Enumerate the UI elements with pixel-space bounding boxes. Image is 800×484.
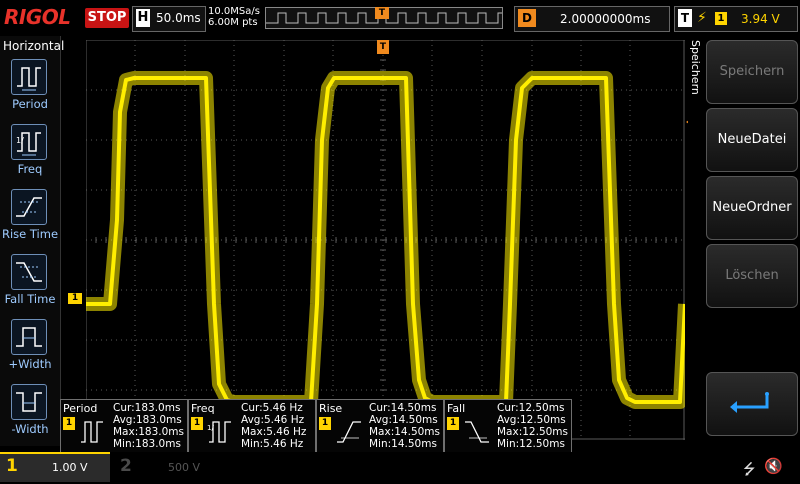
usb-icon: ⭍ (743, 460, 756, 478)
measurement-freq[interactable]: Freq 1 1/ Cur:5.46 Hz Avg:5.46 Hz Max:5.… (188, 399, 316, 453)
period-icon (11, 59, 47, 95)
measure-item-freq[interactable]: 1/ Freq (0, 120, 60, 184)
measurement-max: Max:12.50ms (497, 426, 569, 438)
softkey-menu-title: Speichern (689, 40, 702, 95)
measurement-cur: Cur:12.50ms (497, 402, 565, 414)
measurement-rise[interactable]: Rise 1 Cur:14.50ms Avg:14.50ms Max:14.50… (316, 399, 444, 453)
measure-item-neg-width[interactable]: -Width (0, 380, 60, 444)
measure-menu-title: Horizontal (3, 39, 65, 53)
trigger-position-marker[interactable]: T (377, 40, 389, 54)
timebase-display[interactable]: H 50.0ms (132, 6, 206, 32)
delay-label: D (518, 9, 536, 27)
measurement-values: Cur:5.46 Hz Avg:5.46 Hz Max:5.46 Hz Min:… (241, 402, 306, 450)
measure-item-pos-width[interactable]: +Width (0, 315, 60, 379)
measurement-name: Rise (319, 402, 343, 415)
rising-edge-icon: ⚡ (697, 10, 707, 26)
measurement-avg: Avg:12.50ms (497, 414, 566, 426)
channel-2-number[interactable]: 2 (120, 456, 132, 476)
trigger-channel-chip: 1 (715, 12, 727, 25)
measurement-min: Min:183.0ms (113, 438, 181, 450)
delay-value: 2.00000000ms (560, 12, 651, 26)
softkey-enter[interactable] (706, 372, 798, 436)
measurement-min: Min:5.46 Hz (241, 438, 304, 450)
softkey-save[interactable]: Speichern (706, 40, 798, 104)
rise-time-icon (337, 421, 361, 443)
measurement-channel-chip: 1 (447, 417, 459, 430)
sample-rate: 10.0MSa/s (208, 6, 260, 17)
measure-item-label: Rise Time (1, 227, 59, 241)
waveform-display[interactable] (86, 40, 685, 440)
fall-time-icon (465, 421, 489, 443)
measure-item-label: +Width (8, 357, 52, 371)
measure-item-fall-time[interactable]: Fall Time (0, 250, 60, 314)
trigger-display[interactable]: T ⚡ 1 3.94 V (674, 6, 798, 32)
measurement-channel-chip: 1 (63, 417, 75, 430)
measurement-values: Cur:183.0ms Avg:183.0ms Max:183.0ms Min:… (113, 402, 184, 450)
measure-menu: Horizontal Period 1/ Freq Rise Time Fall… (0, 36, 65, 446)
measurement-period[interactable]: Period 1 Cur:183.0ms Avg:183.0ms Max:183… (60, 399, 188, 453)
acquisition-info: 10.0MSa/s 6.00M pts (208, 6, 260, 28)
timebase-label: H (136, 9, 150, 27)
measure-item-rise-time[interactable]: Rise Time (0, 185, 60, 249)
measurement-avg: Avg:5.46 Hz (241, 414, 305, 426)
measurement-max: Max:183.0ms (113, 426, 185, 438)
freq-icon: 1/ (207, 421, 231, 443)
timebase-value: 50.0ms (156, 11, 201, 25)
svg-text:1/: 1/ (207, 424, 214, 432)
measurement-cur: Cur:14.50ms (369, 402, 437, 414)
pos-width-icon (11, 319, 47, 355)
measure-item-label: Freq (17, 162, 43, 176)
trigger-level: 3.94 V (741, 12, 780, 26)
measurement-cur: Cur:5.46 Hz (241, 402, 303, 414)
measurement-avg: Avg:14.50ms (369, 414, 438, 426)
channel-1-ground-marker[interactable]: 1 (68, 293, 82, 304)
svg-text:1/: 1/ (16, 136, 24, 145)
measurement-channel-chip: 1 (319, 417, 331, 430)
memory-trigger-marker: T (375, 7, 389, 19)
memory-depth: 6.00M pts (208, 17, 258, 28)
measurement-channel-chip: 1 (191, 417, 203, 430)
measurement-name: Freq (191, 402, 215, 415)
softkey-new-folder[interactable]: NeueOrdner (706, 176, 798, 240)
softkey-new-file[interactable]: NeueDatei (706, 108, 798, 172)
measurement-values: Cur:14.50ms Avg:14.50ms Max:14.50ms Min:… (369, 402, 440, 450)
neg-width-icon (11, 384, 47, 420)
measurement-max: Max:5.46 Hz (241, 426, 307, 438)
channel-1-number: 1 (6, 456, 18, 476)
measure-item-label: Fall Time (4, 292, 56, 306)
measurement-avg: Avg:183.0ms (113, 414, 182, 426)
rise-time-icon (11, 189, 47, 225)
fall-time-icon (11, 254, 47, 290)
waveform-plot (86, 40, 685, 440)
measure-item-label: -Width (11, 422, 49, 436)
freq-icon: 1/ (11, 124, 47, 160)
channel-2-scale: 500 V (168, 461, 201, 474)
measure-item-label: Period (12, 97, 48, 111)
run-stop-indicator[interactable]: STOP (85, 8, 129, 28)
measure-item-period[interactable]: Period (0, 55, 60, 119)
measurement-name: Period (63, 402, 98, 415)
save-softkey-menu: Speichern Speichern NeueDatei NeueOrdner… (688, 36, 800, 446)
measurement-values: Cur:12.50ms Avg:12.50ms Max:12.50ms Min:… (497, 402, 568, 450)
enter-return-icon (730, 392, 769, 413)
measurement-min: Min:14.50ms (369, 438, 437, 450)
delay-display[interactable]: D 2.00000000ms (514, 6, 670, 32)
measurement-name: Fall (447, 402, 466, 415)
measurement-cur: Cur:183.0ms (113, 402, 181, 414)
measurement-fall[interactable]: Fall 1 Cur:12.50ms Avg:12.50ms Max:12.50… (444, 399, 572, 453)
softkey-delete[interactable]: Löschen (706, 244, 798, 308)
graticule (86, 40, 685, 440)
rigol-logo: RIGOL (4, 5, 71, 29)
measurement-max: Max:14.50ms (369, 426, 441, 438)
channel-1-scale: 1.00 V (52, 461, 88, 474)
trigger-label: T (678, 9, 692, 27)
measurement-min: Min:12.50ms (497, 438, 565, 450)
speaker-mute-icon[interactable]: 🔇 (764, 457, 783, 475)
period-icon (81, 421, 103, 443)
